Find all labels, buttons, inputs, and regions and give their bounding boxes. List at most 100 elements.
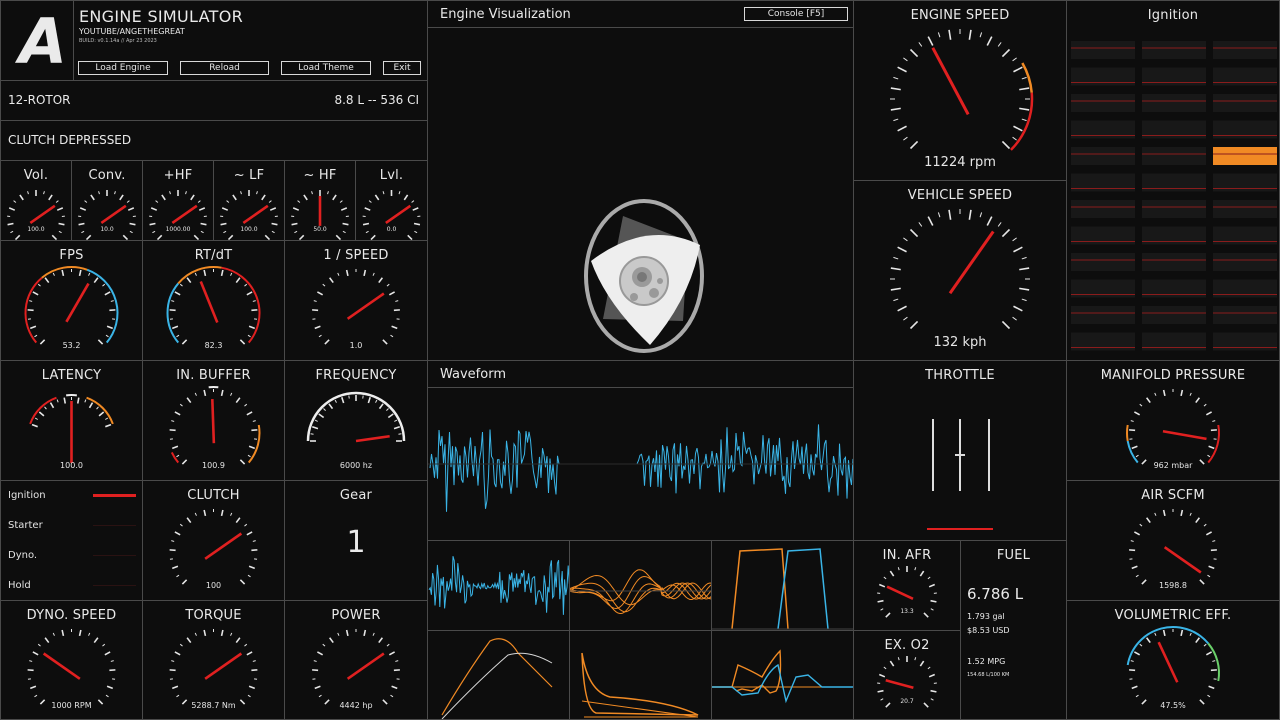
gauge-tick xyxy=(39,699,46,705)
gauge-tick xyxy=(37,283,41,287)
gauge-arc xyxy=(86,268,119,344)
gauge-tick xyxy=(1205,531,1213,536)
load-engine-button[interactable]: Load Engine xyxy=(78,61,168,75)
gauge-tick xyxy=(122,234,129,240)
gauge-tick xyxy=(1208,565,1215,570)
gauge-tick xyxy=(411,200,415,203)
gauge-tick xyxy=(98,191,100,195)
gauge-tick xyxy=(1019,287,1030,291)
gauge-tick xyxy=(19,194,24,201)
gauge-needle xyxy=(65,282,90,323)
gauge-tick xyxy=(948,209,952,220)
gauge-tick xyxy=(937,32,941,38)
throttle-bar-left xyxy=(932,419,934,491)
gauge-tick xyxy=(909,228,919,238)
torque-panel: TORQUE 5288.7 Nm xyxy=(142,600,285,720)
gauge-tick xyxy=(235,397,241,404)
gauge-tick xyxy=(129,222,136,226)
gauge-tick xyxy=(1207,454,1211,458)
gauge-readout: 5288.7 Nm xyxy=(191,701,236,710)
gauge-tick xyxy=(246,651,253,656)
gauge-tick xyxy=(230,272,233,276)
gauge-tick xyxy=(96,406,99,410)
gauge-tick xyxy=(1203,523,1207,527)
gauge-tick xyxy=(1180,629,1184,637)
gauge-tick xyxy=(1180,389,1184,397)
build-info: BUILD: v0.1.14a // Apr 23 2023 xyxy=(79,38,157,44)
gauge-tick xyxy=(174,651,181,656)
gauge-tick xyxy=(56,207,64,211)
gauge-tick xyxy=(312,426,319,430)
gauge-tick xyxy=(105,423,112,428)
ignition-cell xyxy=(1213,253,1277,271)
gauge-tick xyxy=(248,565,256,570)
status-lights-panel: Ignition Starter Dyno. Hold xyxy=(0,480,143,601)
gauge-tick xyxy=(230,632,233,636)
valve-lift xyxy=(712,548,853,630)
gauge-tick xyxy=(51,234,58,240)
gauge-tick xyxy=(322,283,326,287)
gauge-tick xyxy=(382,699,388,705)
throttle-panel: THROTTLE xyxy=(853,360,1067,541)
gauge-arc xyxy=(86,396,114,425)
gauge-tick xyxy=(1205,651,1213,656)
gauge-tick xyxy=(252,660,256,662)
gauge-needle xyxy=(42,652,81,680)
fuel-gallons: 1.793 gal xyxy=(967,612,1005,621)
gear-panel: Gear 1 xyxy=(284,480,428,601)
gauge-tick xyxy=(877,689,884,693)
gauge-hf: ~ HF 50.0 xyxy=(284,160,356,241)
reload-button[interactable]: Reload xyxy=(180,61,269,75)
gauge-tick xyxy=(220,222,227,226)
ignition-cell xyxy=(1142,147,1206,165)
gauge-tick xyxy=(203,629,207,637)
ignition-cell xyxy=(1142,200,1206,218)
gauge-tick xyxy=(363,629,367,637)
gauge-readout: 10.0 xyxy=(100,226,114,233)
fuel-panel: FUEL 6.786 L 1.793 gal $8.53 USD 1.52 MP… xyxy=(960,540,1067,720)
gauge-tick xyxy=(181,699,188,705)
gauge-tick xyxy=(395,660,399,662)
gauge-tick xyxy=(1021,298,1027,302)
waveform-plot xyxy=(428,424,853,512)
gauge-tick xyxy=(885,702,891,708)
dyno-speed-panel: DYNO. SPEED 1000 RPM xyxy=(0,600,143,720)
gauge-readout: 100 xyxy=(206,581,221,590)
gauge-tick xyxy=(337,272,340,276)
gauge-tick xyxy=(1145,637,1151,644)
exit-button[interactable]: Exit xyxy=(383,61,421,75)
gauge-tick xyxy=(55,200,59,203)
gauge-tick xyxy=(1154,632,1157,636)
gauge-tick xyxy=(382,339,388,345)
gauge-tick xyxy=(264,234,271,240)
gauge-tick xyxy=(339,200,343,203)
gauge-tick xyxy=(171,445,179,450)
gauge-tick xyxy=(93,637,99,644)
gauge-tick xyxy=(1139,643,1143,647)
gauge-tick xyxy=(387,413,394,419)
gauge-tick xyxy=(1019,87,1030,91)
gauge-arc xyxy=(29,396,57,425)
header-panel: A ENGINE SIMULATOR YOUTUBE/ANGETHEGREAT … xyxy=(0,0,428,81)
load-theme-button[interactable]: Load Theme xyxy=(281,61,371,75)
gauge-tick xyxy=(930,698,934,701)
gauge-tick xyxy=(186,637,192,644)
gauge-tick xyxy=(174,531,181,536)
gauge-tick xyxy=(203,509,207,517)
gauge-tick xyxy=(29,325,37,330)
gauge-tick xyxy=(220,269,224,277)
gauge-tick xyxy=(32,291,39,296)
gauge-tick xyxy=(342,222,349,226)
gauge-tick xyxy=(318,694,322,698)
gauge-tick xyxy=(269,207,277,211)
gauge-tick xyxy=(105,694,109,698)
gauge-tick xyxy=(919,660,925,667)
gauge-tick xyxy=(186,397,192,404)
gauge-tick xyxy=(889,660,895,667)
gauge-tick xyxy=(106,325,114,330)
gauge-tick xyxy=(927,666,931,670)
gauge-tick xyxy=(930,608,934,611)
gauge-tick xyxy=(1131,685,1138,690)
gauge-tick xyxy=(171,565,179,570)
gauge-tick xyxy=(197,200,201,203)
